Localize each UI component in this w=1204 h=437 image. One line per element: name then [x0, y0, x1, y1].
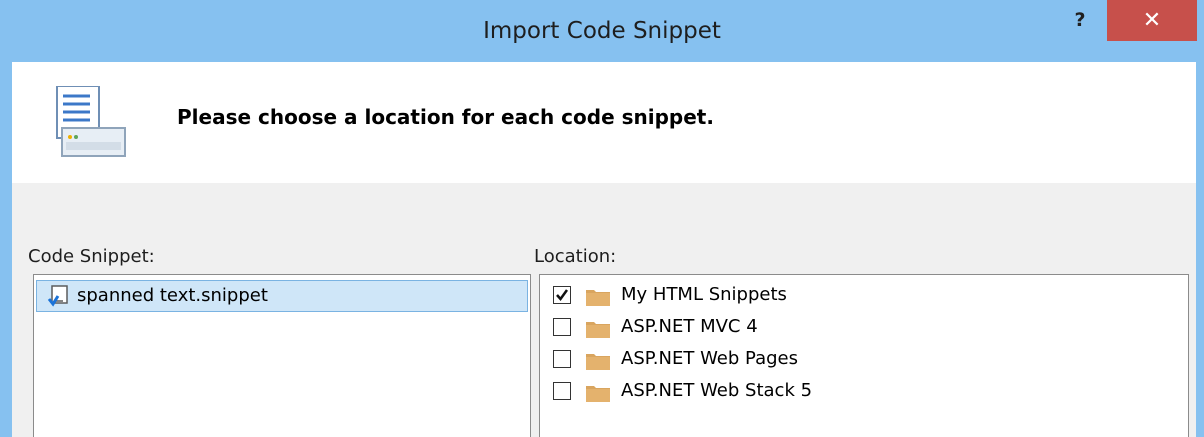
checkmark-icon — [556, 289, 569, 302]
folder-icon — [586, 354, 610, 370]
folder-icon — [586, 290, 610, 306]
title-bar[interactable]: Import Code Snippet ? ✕ — [0, 0, 1204, 62]
list-item[interactable]: spanned text.snippet — [36, 280, 528, 312]
location-label-text: ASP.NET MVC 4 — [621, 316, 758, 337]
location-label-text: My HTML Snippets — [621, 284, 787, 305]
snippet-file-icon — [47, 285, 68, 307]
location-checkbox[interactable] — [553, 350, 571, 368]
header-banner: Please choose a location for each code s… — [12, 62, 1196, 183]
import-document-icon — [56, 86, 126, 157]
banner-instruction: Please choose a location for each code s… — [177, 105, 714, 129]
dialog-title: Import Code Snippet — [483, 18, 721, 44]
code-snippet-label: Code Snippet: — [28, 246, 155, 267]
location-label-text: ASP.NET Web Stack 5 — [621, 380, 813, 401]
location-checkbox[interactable] — [553, 382, 571, 400]
snippet-name: spanned text.snippet — [77, 285, 268, 306]
location-tree[interactable]: My HTML Snippets ASP.NET MVC 4 ASP.NET W… — [539, 274, 1189, 437]
location-label-text: ASP.NET Web Pages — [621, 348, 798, 369]
import-code-snippet-dialog: Import Code Snippet ? ✕ Please choose a … — [0, 0, 1204, 437]
help-button[interactable]: ? — [1068, 8, 1092, 32]
location-label: Location: — [534, 246, 617, 267]
location-checkbox-checked[interactable] — [553, 286, 571, 304]
close-button[interactable]: ✕ — [1107, 0, 1197, 41]
code-snippet-list[interactable]: spanned text.snippet — [33, 274, 531, 437]
location-checkbox[interactable] — [553, 318, 571, 336]
folder-icon — [586, 322, 610, 338]
folder-icon — [586, 386, 610, 402]
